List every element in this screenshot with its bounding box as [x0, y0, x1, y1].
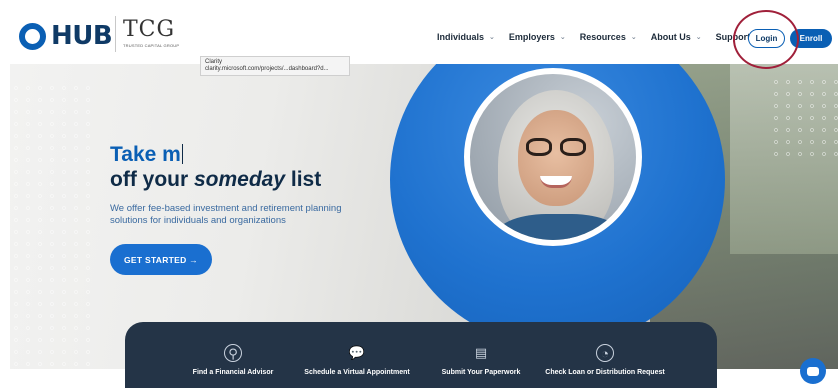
- nav-resources[interactable]: Resources ⌄: [580, 32, 637, 42]
- documents-icon: ▤: [474, 345, 488, 360]
- chevron-down-icon: ⌄: [695, 34, 702, 41]
- nav-label: Resources: [579, 32, 626, 42]
- quick-link-label: Schedule a Virtual Appointment: [304, 369, 410, 376]
- chat-bubbles-icon: 💬: [348, 345, 366, 360]
- photo-face: [518, 110, 594, 206]
- headline-emphasis: someday: [194, 168, 286, 191]
- quick-link-schedule-appointment[interactable]: 💬 Schedule a Virtual Appointment: [297, 344, 417, 377]
- tcg-logo[interactable]: TCG TRUSTED CAPITAL GROUP: [123, 17, 180, 49]
- nav-label: About Us: [650, 32, 691, 42]
- hero-subtext: We offer fee-based investment and retire…: [110, 203, 342, 226]
- hub-ring-icon: [19, 23, 46, 50]
- tcg-logo-subtitle: TRUSTED CAPITAL GROUP: [123, 43, 180, 48]
- page: HUB TCG TRUSTED CAPITAL GROUP Individual…: [0, 0, 838, 388]
- nav-employers[interactable]: Employers ⌄: [509, 32, 566, 42]
- chevron-down-icon: ⌄: [559, 34, 566, 41]
- tooltip-url: clarity.microsoft.com/projects/...dashbo…: [205, 66, 329, 72]
- clarity-tooltip: Clarity clarity.microsoft.com/projects/.…: [200, 56, 350, 76]
- quick-link-submit-paperwork[interactable]: ▤ Submit Your Paperwork: [421, 344, 541, 377]
- nav-about-us[interactable]: About Us ⌄: [651, 32, 702, 42]
- nav-label: Individuals: [437, 32, 485, 42]
- tooltip-title: Clarity: [205, 59, 223, 65]
- photo-glasses-left: [526, 138, 552, 156]
- hub-logo[interactable]: HUB: [19, 21, 113, 51]
- get-started-button[interactable]: GET STARTED →: [110, 244, 212, 275]
- chat-widget-button[interactable]: [800, 358, 826, 384]
- dot-pattern-left: [10, 82, 90, 369]
- hero-headline: Take m off your someday list: [110, 142, 321, 192]
- login-highlight-circle: [733, 10, 799, 69]
- gauge-icon: ◔: [596, 344, 614, 362]
- quick-links-bar: ⚲ Find a Financial Advisor 💬 Schedule a …: [125, 322, 717, 388]
- location-pin-icon: ⚲: [224, 344, 242, 362]
- tcg-logo-text: TCG: [123, 17, 176, 42]
- main-nav: Individuals ⌄ Employers ⌄ Resources ⌄ Ab…: [437, 32, 775, 42]
- headline-typed-text: Take m: [110, 143, 181, 166]
- chat-icon: [807, 366, 819, 376]
- quick-link-check-loan[interactable]: ◔ Check Loan or Distribution Request: [545, 344, 665, 377]
- nav-individuals[interactable]: Individuals ⌄: [437, 32, 495, 42]
- hero-photo-woman: [464, 68, 642, 246]
- headline-line2-suffix: list: [285, 168, 322, 191]
- chevron-down-icon: ⌄: [489, 34, 495, 41]
- quick-link-label: Check Loan or Distribution Request: [545, 369, 665, 376]
- site-header: HUB TCG TRUSTED CAPITAL GROUP Individual…: [0, 0, 838, 69]
- quick-link-label: Submit Your Paperwork: [441, 369, 521, 376]
- hub-logo-text: HUB: [51, 21, 113, 51]
- photo-glasses-right: [560, 138, 586, 156]
- quick-link-label: Find a Financial Advisor: [192, 369, 274, 376]
- headline-line2-prefix: off your: [110, 168, 194, 191]
- chevron-down-icon: ⌄: [630, 34, 637, 41]
- dot-pattern-right: [770, 76, 838, 156]
- nav-label: Employers: [508, 32, 555, 42]
- quick-link-find-advisor[interactable]: ⚲ Find a Financial Advisor: [173, 344, 293, 377]
- logo-divider: [115, 16, 116, 52]
- typing-cursor: [181, 144, 184, 164]
